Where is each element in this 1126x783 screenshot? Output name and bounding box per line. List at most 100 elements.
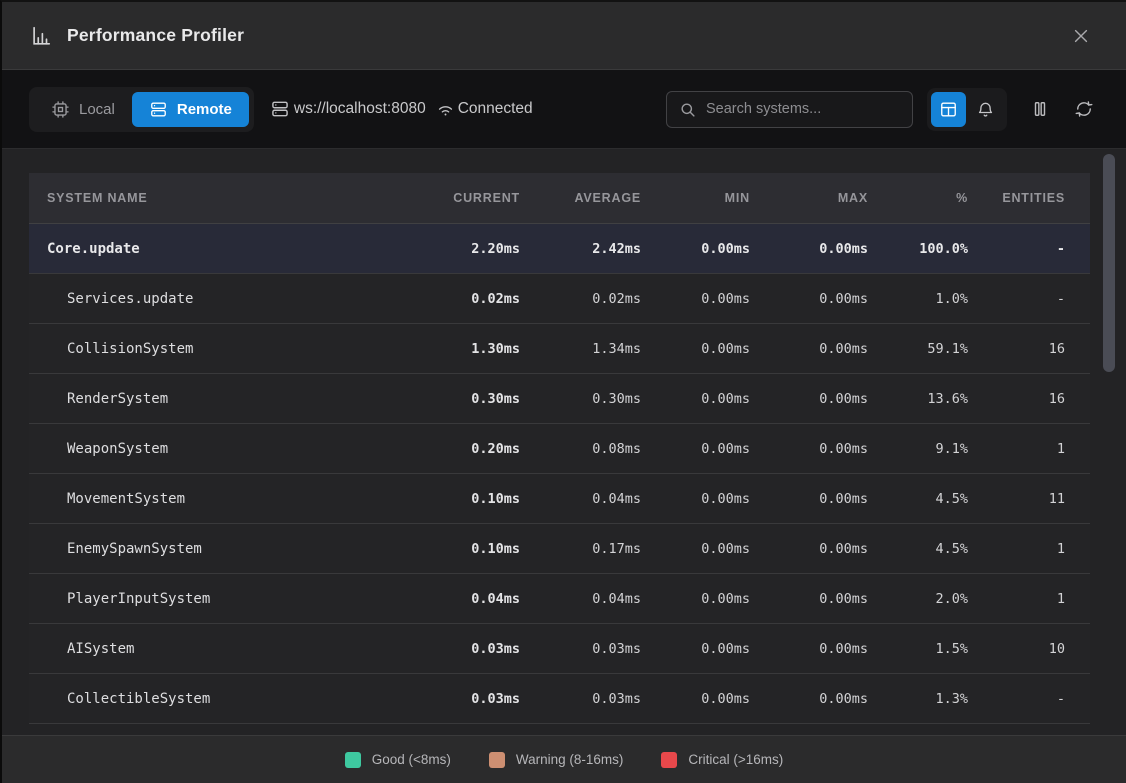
- cell-min: 0.00ms: [641, 541, 750, 557]
- table-row[interactable]: CollectibleSystem 0.03ms 0.03ms 0.00ms 0…: [29, 674, 1090, 724]
- cell-max: 0.00ms: [750, 591, 868, 607]
- cell-system-name: Services.update: [29, 291, 408, 307]
- column-header-min[interactable]: MIN: [641, 191, 750, 205]
- close-button[interactable]: [1064, 19, 1098, 53]
- cell-average: 0.04ms: [520, 491, 641, 507]
- table-row[interactable]: EnemySpawnSystem 0.10ms 0.17ms 0.00ms 0.…: [29, 524, 1090, 574]
- column-header-average[interactable]: AVERAGE: [520, 191, 641, 205]
- legend-label: Warning (8-16ms): [516, 752, 624, 767]
- cell-entities: 10: [968, 641, 1065, 657]
- cell-max: 0.00ms: [750, 541, 868, 557]
- table-view-icon: [939, 100, 958, 119]
- toolbar: Local Remote: [2, 70, 1126, 149]
- cell-system-name: CollectibleSystem: [29, 691, 408, 707]
- table-row[interactable]: AISystem 0.03ms 0.03ms 0.00ms 0.00ms 1.5…: [29, 624, 1090, 674]
- search-icon: [679, 101, 696, 118]
- table-row[interactable]: RenderSystem 0.30ms 0.30ms 0.00ms 0.00ms…: [29, 374, 1090, 424]
- cell-system-name: CollisionSystem: [29, 341, 408, 357]
- cell-system-name: MovementSystem: [29, 491, 408, 507]
- cell-average: 0.02ms: [520, 291, 641, 307]
- cell-current: 0.30ms: [408, 391, 520, 407]
- cell-percent: 1.0%: [868, 291, 968, 307]
- cell-percent: 1.3%: [868, 691, 968, 707]
- table-row[interactable]: Core.update 2.20ms 2.42ms 0.00ms 0.00ms …: [29, 224, 1090, 274]
- cell-average: 1.34ms: [520, 341, 641, 357]
- table-row[interactable]: MovementSystem 0.10ms 0.04ms 0.00ms 0.00…: [29, 474, 1090, 524]
- cell-min: 0.00ms: [641, 341, 750, 357]
- search-box: [666, 91, 913, 128]
- titlebar: Performance Profiler: [2, 2, 1126, 70]
- cpu-icon: [51, 100, 70, 119]
- table-row[interactable]: PlayerInputSystem 0.04ms 0.04ms 0.00ms 0…: [29, 574, 1090, 624]
- cell-min: 0.00ms: [641, 291, 750, 307]
- cell-system-name: WeaponSystem: [29, 441, 408, 457]
- cell-percent: 59.1%: [868, 341, 968, 357]
- legend-item: Critical (>16ms): [661, 752, 783, 768]
- table-row[interactable]: Services.update 0.02ms 0.02ms 0.00ms 0.0…: [29, 274, 1090, 324]
- tab-local[interactable]: Local: [34, 92, 132, 127]
- cell-average: 0.04ms: [520, 591, 641, 607]
- cell-current: 1.30ms: [408, 341, 520, 357]
- cell-percent: 4.5%: [868, 491, 968, 507]
- bell-icon: [976, 100, 995, 119]
- legend-label: Critical (>16ms): [688, 752, 783, 767]
- cell-entities: -: [968, 691, 1065, 707]
- tab-remote[interactable]: Remote: [132, 92, 249, 127]
- search-input[interactable]: [706, 101, 900, 117]
- cell-max: 0.00ms: [750, 341, 868, 357]
- cell-percent: 9.1%: [868, 441, 968, 457]
- cell-percent: 1.5%: [868, 641, 968, 657]
- cell-entities: 1: [968, 541, 1065, 557]
- column-header-percent[interactable]: %: [868, 191, 968, 205]
- pause-icon: [1030, 99, 1050, 119]
- refresh-button[interactable]: [1069, 94, 1099, 124]
- table-row[interactable]: WeaponSystem 0.20ms 0.08ms 0.00ms 0.00ms…: [29, 424, 1090, 474]
- pause-button[interactable]: [1025, 94, 1055, 124]
- cell-average: 2.42ms: [520, 241, 641, 257]
- cell-average: 0.08ms: [520, 441, 641, 457]
- table-header: SYSTEM NAME CURRENT AVERAGE MIN MAX % EN…: [29, 173, 1090, 224]
- cell-system-name: Core.update: [29, 241, 408, 257]
- cell-current: 0.10ms: [408, 491, 520, 507]
- systems-table: SYSTEM NAME CURRENT AVERAGE MIN MAX % EN…: [29, 173, 1090, 724]
- cell-entities: 11: [968, 491, 1065, 507]
- cell-entities: -: [968, 291, 1065, 307]
- refresh-icon: [1074, 99, 1094, 119]
- table-view-button[interactable]: [931, 92, 966, 127]
- cell-average: 0.17ms: [520, 541, 641, 557]
- page-title: Performance Profiler: [67, 25, 244, 46]
- cell-entities: 1: [968, 441, 1065, 457]
- cell-system-name: EnemySpawnSystem: [29, 541, 408, 557]
- cell-entities: -: [968, 241, 1065, 257]
- connection-status-text: Connected: [458, 100, 533, 118]
- cell-current: 0.03ms: [408, 641, 520, 657]
- legend-swatch: [345, 752, 361, 768]
- cell-entities: 1: [968, 591, 1065, 607]
- wifi-icon: [436, 100, 455, 119]
- source-tab-group: Local Remote: [29, 87, 254, 132]
- cell-average: 0.03ms: [520, 641, 641, 657]
- cell-max: 0.00ms: [750, 491, 868, 507]
- tab-remote-label: Remote: [177, 101, 232, 118]
- cell-entities: 16: [968, 391, 1065, 407]
- column-header-system-name[interactable]: SYSTEM NAME: [29, 191, 408, 205]
- cell-max: 0.00ms: [750, 391, 868, 407]
- column-header-entities[interactable]: ENTITIES: [968, 191, 1065, 205]
- cell-max: 0.00ms: [750, 641, 868, 657]
- alerts-button[interactable]: [968, 92, 1003, 127]
- cell-min: 0.00ms: [641, 591, 750, 607]
- table-body: Core.update 2.20ms 2.42ms 0.00ms 0.00ms …: [29, 224, 1090, 724]
- cell-min: 0.00ms: [641, 491, 750, 507]
- cell-percent: 4.5%: [868, 541, 968, 557]
- cell-min: 0.00ms: [641, 641, 750, 657]
- column-header-max[interactable]: MAX: [750, 191, 868, 205]
- table-row[interactable]: CollisionSystem 1.30ms 1.34ms 0.00ms 0.0…: [29, 324, 1090, 374]
- vertical-scrollbar-thumb[interactable]: [1103, 154, 1115, 372]
- cell-average: 0.03ms: [520, 691, 641, 707]
- view-toggle-group: [927, 88, 1007, 131]
- cell-entities: 16: [968, 341, 1065, 357]
- cell-current: 0.03ms: [408, 691, 520, 707]
- cell-min: 0.00ms: [641, 441, 750, 457]
- column-header-current[interactable]: CURRENT: [408, 191, 520, 205]
- cell-max: 0.00ms: [750, 291, 868, 307]
